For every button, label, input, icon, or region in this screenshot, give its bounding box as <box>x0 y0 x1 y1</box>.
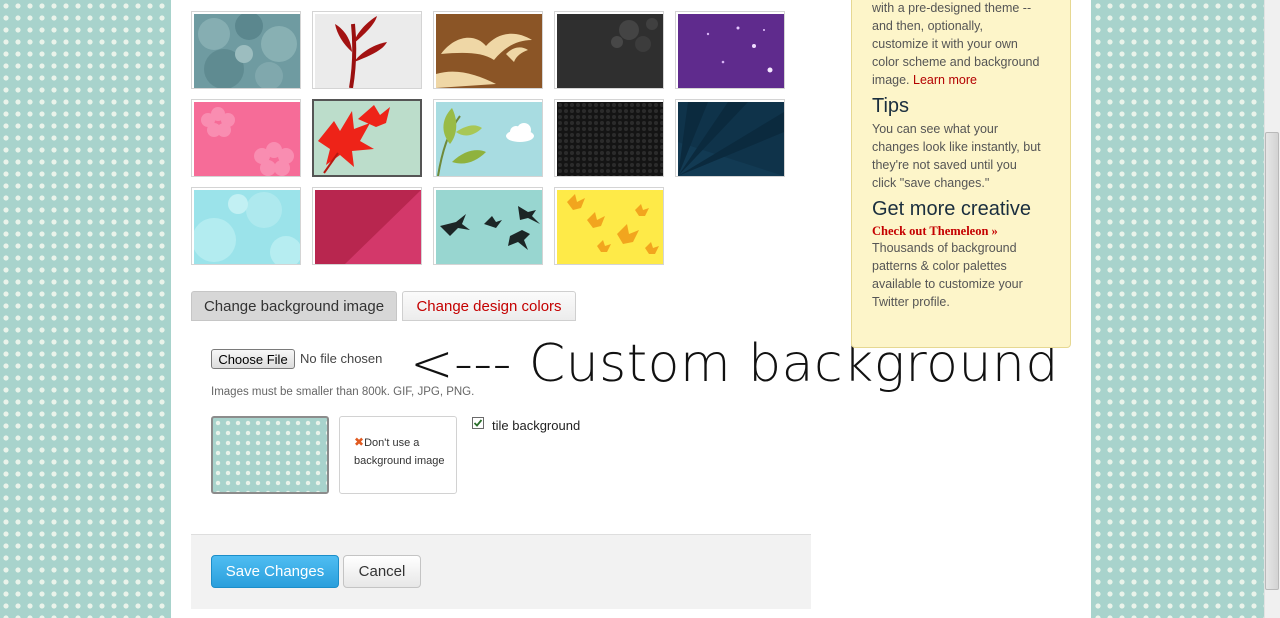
learn-more-link[interactable]: Learn more <box>913 73 977 87</box>
current-background-preview[interactable] <box>211 416 329 494</box>
close-icon: ✖ <box>354 435 365 449</box>
creative-line: available to customize your <box>872 277 1023 291</box>
creative-text: Thousands of background patterns & color… <box>872 239 1050 311</box>
crimson-diagonal-art <box>315 190 421 264</box>
theme-red-plant[interactable] <box>312 11 422 89</box>
theme-pink-flowers[interactable] <box>191 99 301 177</box>
help-intro-line: image. Learn more <box>872 71 1050 89</box>
dark-grunge-art <box>557 14 663 88</box>
theme-red-leaves[interactable] <box>312 99 422 177</box>
tips-line: You can see what your <box>872 122 999 136</box>
navy-rays-art <box>678 102 784 176</box>
scrollbar-thumb[interactable] <box>1265 132 1279 590</box>
checkmark-icon <box>473 419 483 427</box>
help-intro-line: customize it with your own <box>872 37 1018 51</box>
misty-trees-art <box>194 14 300 88</box>
help-intro-line: and then, optionally, <box>872 19 983 33</box>
theme-black-honeycomb[interactable] <box>554 99 664 177</box>
brown-birds-art <box>436 14 542 88</box>
no-background-option[interactable]: ✖Don't use a background image <box>339 416 457 494</box>
theme-dark-grunge[interactable] <box>554 11 664 89</box>
leaves-clouds-art <box>436 102 542 176</box>
purple-stars-art <box>678 14 784 88</box>
theme-purple-stars[interactable] <box>675 11 785 89</box>
pink-flowers-art <box>194 102 300 176</box>
tips-heading: Tips <box>872 95 910 117</box>
themeleon-link[interactable]: Check out Themeleon » <box>872 224 1050 239</box>
red-plant-art <box>315 14 421 88</box>
creative-line: Thousands of background <box>872 241 1017 255</box>
tips-line: changes look like instantly, but <box>872 140 1041 154</box>
tab-change-background-image[interactable]: Change background image <box>191 291 397 321</box>
help-sidebar: with a pre-designed theme -- and then, o… <box>851 0 1071 348</box>
theme-brown-birds[interactable] <box>433 11 543 89</box>
tab-change-design-colors[interactable]: Change design colors <box>402 291 576 321</box>
save-changes-button[interactable]: Save Changes <box>211 555 339 588</box>
tile-background-label: tile background <box>492 418 581 433</box>
creative-heading: Get more creative <box>872 198 1031 220</box>
no-background-label: Don't use a background image <box>354 437 445 467</box>
black-honeycomb-art <box>557 102 663 176</box>
cyan-bubbles-art <box>194 190 300 264</box>
theme-misty-trees[interactable] <box>191 11 301 89</box>
theme-leaves-clouds[interactable] <box>433 99 543 177</box>
creative-line: patterns & color palettes <box>872 259 1007 273</box>
file-status-text: No file chosen <box>300 351 383 366</box>
help-intro-line: with a pre-designed theme -- <box>872 1 1032 15</box>
help-intro-line: color scheme and background <box>872 55 1040 69</box>
upload-hint: Images must be smaller than 800k. GIF, J… <box>211 386 475 398</box>
help-intro: with a pre-designed theme -- and then, o… <box>872 0 1050 89</box>
red-leaves-art <box>314 101 420 175</box>
tips-line: they're not saved until you <box>872 158 1017 172</box>
flying-birds-art <box>436 190 542 264</box>
theme-flying-birds[interactable] <box>433 187 543 265</box>
help-intro-end: image. <box>872 73 910 87</box>
theme-crimson-diagonal[interactable] <box>312 187 422 265</box>
theme-navy-rays[interactable] <box>675 99 785 177</box>
tips-text: You can see what your changes look like … <box>872 120 1050 192</box>
choose-file-button[interactable]: Choose File <box>211 349 295 369</box>
yellow-leaves-art <box>557 190 663 264</box>
tile-background-checkbox[interactable] <box>472 417 484 429</box>
cancel-button[interactable]: Cancel <box>343 555 421 588</box>
theme-yellow-leaves[interactable] <box>554 187 664 265</box>
theme-cyan-bubbles[interactable] <box>191 187 301 265</box>
tips-line: click "save changes." <box>872 176 990 190</box>
creative-line: Twitter profile. <box>872 295 950 309</box>
